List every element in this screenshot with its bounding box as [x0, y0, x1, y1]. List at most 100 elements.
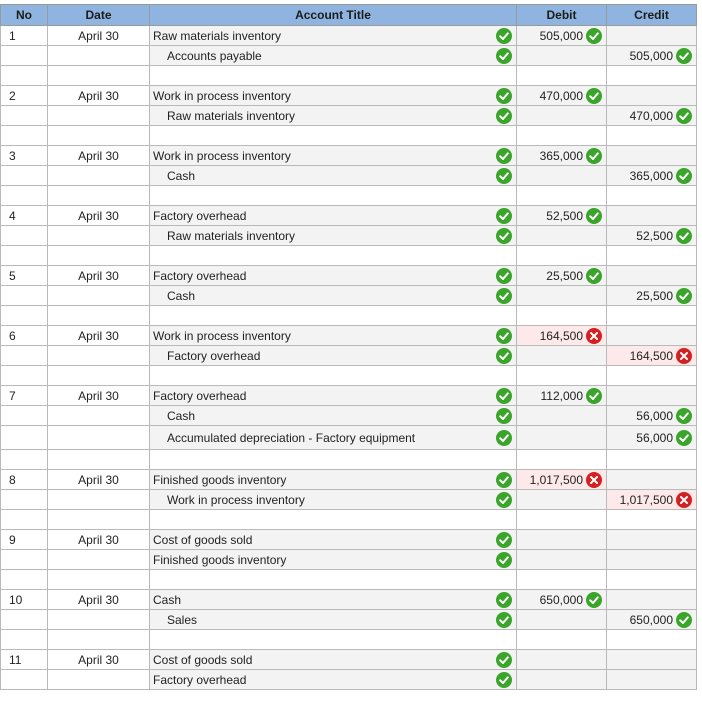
debit-amount: 650,000: [539, 592, 583, 607]
spacer-cell: [47, 629, 150, 650]
account-title-field[interactable]: Finished goods inventory: [149, 469, 517, 490]
credit-amount-field[interactable]: [606, 205, 697, 226]
account-title-field[interactable]: Accounts payable: [149, 45, 517, 66]
debit-amount-field[interactable]: [516, 489, 607, 510]
account-title-field[interactable]: Cash: [149, 405, 517, 426]
entry-number-cell: [0, 225, 48, 246]
account-title-field[interactable]: Sales: [149, 609, 517, 630]
credit-amount-field[interactable]: [606, 85, 697, 106]
credit-amount-field[interactable]: [606, 145, 697, 166]
check-circle-icon: [586, 147, 602, 164]
account-title-field[interactable]: Factory overhead: [149, 345, 517, 366]
credit-amount-field[interactable]: 365,000: [606, 165, 697, 186]
entry-date-cell: [47, 225, 150, 246]
credit-amount-field[interactable]: [606, 325, 697, 346]
entry-number-cell: [0, 549, 48, 570]
check-circle-icon: [496, 551, 512, 568]
account-title-text: Cash: [167, 288, 196, 303]
table-row: 11 April 30 Cost of goods sold: [0, 649, 697, 670]
debit-amount-field[interactable]: 650,000: [516, 589, 607, 610]
account-title-field[interactable]: Finished goods inventory: [149, 549, 517, 570]
debit-amount-field[interactable]: 470,000: [516, 85, 607, 106]
table-row: Raw materials inventory 470,000: [0, 105, 697, 126]
credit-amount-field[interactable]: [606, 649, 697, 670]
spacer-cell: [0, 185, 48, 206]
debit-amount-field[interactable]: [516, 345, 607, 366]
debit-amount-field[interactable]: 1,017,500: [516, 469, 607, 490]
account-title-field[interactable]: Cash: [149, 165, 517, 186]
credit-amount: 164,500: [629, 348, 673, 363]
credit-amount-field[interactable]: [606, 25, 697, 46]
spacer-cell: [516, 305, 607, 326]
debit-amount-field[interactable]: 505,000: [516, 25, 607, 46]
account-title-field[interactable]: Work in process inventory: [149, 145, 517, 166]
entry-date: April 30: [78, 28, 119, 43]
account-title-field[interactable]: Work in process inventory: [149, 325, 517, 346]
debit-amount-field[interactable]: [516, 165, 607, 186]
debit-amount: 365,000: [539, 148, 583, 163]
spacer-cell: [47, 305, 150, 326]
account-title-field[interactable]: Work in process inventory: [149, 489, 517, 510]
account-title-field[interactable]: Cash: [149, 589, 517, 610]
account-title-field[interactable]: Accumulated depreciation - Factory equip…: [149, 425, 517, 450]
entry-number-cell: 5: [0, 265, 48, 286]
entry-date-cell: April 30: [47, 325, 150, 346]
credit-amount-field[interactable]: 470,000: [606, 105, 697, 126]
credit-amount-field[interactable]: 52,500: [606, 225, 697, 246]
credit-amount-field[interactable]: [606, 469, 697, 490]
debit-amount-field[interactable]: [516, 285, 607, 306]
spacer-cell: [606, 449, 697, 470]
account-title-field[interactable]: Cost of goods sold: [149, 649, 517, 670]
account-title-field[interactable]: Work in process inventory: [149, 85, 517, 106]
account-title-field[interactable]: Raw materials inventory: [149, 25, 517, 46]
credit-amount: 1,017,500: [619, 492, 673, 507]
account-title-field[interactable]: Cash: [149, 285, 517, 306]
credit-amount-field[interactable]: 1,017,500: [606, 489, 697, 510]
account-title-text: Raw materials inventory: [167, 108, 296, 123]
table-row: Work in process inventory 1,017,500: [0, 489, 697, 510]
credit-amount-field[interactable]: [606, 385, 697, 406]
spacer-row: [0, 65, 697, 86]
account-title-text: Accumulated depreciation - Factory equip…: [167, 430, 416, 445]
check-circle-icon: [496, 87, 512, 104]
account-title-field[interactable]: Factory overhead: [149, 205, 517, 226]
account-title-field[interactable]: Factory overhead: [149, 385, 517, 406]
entry-date: April 30: [78, 532, 119, 547]
credit-amount-field[interactable]: 505,000: [606, 45, 697, 66]
debit-amount-field[interactable]: 52,500: [516, 205, 607, 226]
debit-amount-field[interactable]: [516, 105, 607, 126]
debit-amount-field[interactable]: 112,000: [516, 385, 607, 406]
debit-amount-field[interactable]: 365,000: [516, 145, 607, 166]
debit-amount-field[interactable]: [516, 425, 607, 450]
entry-date-cell: [47, 489, 150, 510]
account-title-field[interactable]: Cost of goods sold: [149, 529, 517, 550]
account-title-field[interactable]: Factory overhead: [149, 265, 517, 286]
credit-amount-field[interactable]: 164,500: [606, 345, 697, 366]
credit-amount-field[interactable]: [606, 265, 697, 286]
entry-date-cell: April 30: [47, 85, 150, 106]
account-title-field[interactable]: Factory overhead: [149, 669, 517, 690]
debit-amount-field[interactable]: [516, 225, 607, 246]
debit-amount-field[interactable]: [516, 45, 607, 66]
debit-amount-field[interactable]: [516, 405, 607, 426]
credit-amount-field[interactable]: 56,000: [606, 425, 697, 450]
credit-amount-field[interactable]: [606, 529, 697, 550]
debit-amount-field[interactable]: [516, 669, 607, 690]
credit-amount-field[interactable]: [606, 549, 697, 570]
debit-amount-field[interactable]: 164,500: [516, 325, 607, 346]
credit-amount-field[interactable]: 25,500: [606, 285, 697, 306]
debit-amount-field[interactable]: [516, 609, 607, 630]
debit-amount-field[interactable]: [516, 649, 607, 670]
credit-amount-field[interactable]: 56,000: [606, 405, 697, 426]
check-circle-icon: [496, 429, 512, 446]
entry-date-cell: [47, 105, 150, 126]
debit-amount-field[interactable]: [516, 529, 607, 550]
credit-amount-field[interactable]: [606, 669, 697, 690]
entry-number: 1: [9, 28, 16, 43]
account-title-field[interactable]: Raw materials inventory: [149, 225, 517, 246]
debit-amount-field[interactable]: [516, 549, 607, 570]
account-title-field[interactable]: Raw materials inventory: [149, 105, 517, 126]
credit-amount-field[interactable]: 650,000: [606, 609, 697, 630]
debit-amount-field[interactable]: 25,500: [516, 265, 607, 286]
credit-amount-field[interactable]: [606, 589, 697, 610]
